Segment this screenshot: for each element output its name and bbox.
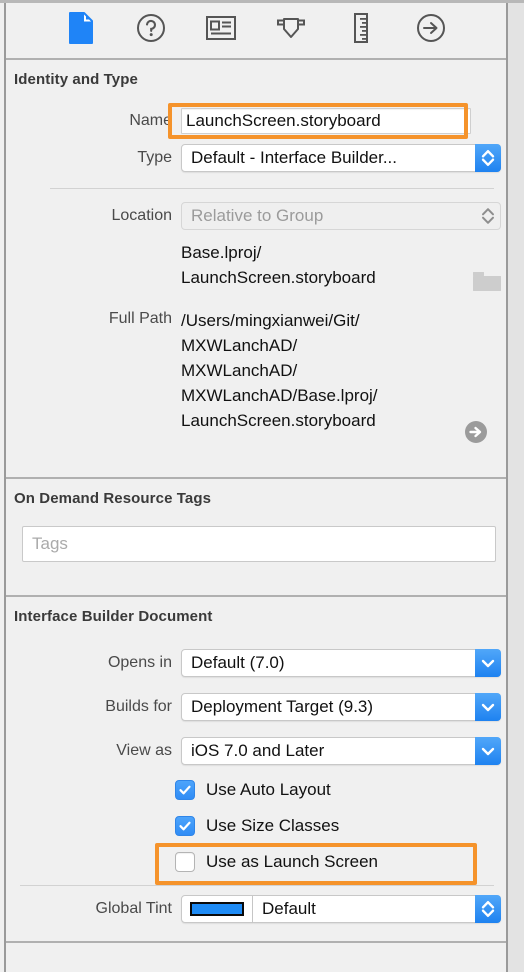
question-circle-icon (136, 13, 166, 48)
folder-icon[interactable] (472, 271, 501, 291)
type-row: Type Default - Interface Builder... (6, 144, 504, 172)
global-tint-stepper-icon[interactable] (475, 895, 501, 923)
name-input[interactable]: LaunchScreen.storyboard (181, 108, 471, 134)
view-as-label: View as (116, 742, 172, 759)
global-tint-row: Global Tint Default (6, 895, 504, 923)
global-tint-popup-button[interactable]: Default (253, 895, 501, 923)
relative-path-value: Base.lproj/ LaunchScreen.storyboard (181, 243, 376, 287)
quick-help-inspector-button[interactable] (134, 14, 168, 48)
opens-in-chevron-down-icon[interactable] (475, 649, 501, 677)
use-size-classes-checkbox[interactable] (175, 816, 195, 836)
builds-for-popup-value: Deployment Target (9.3) (191, 697, 374, 716)
global-tint-popup-value: Default (262, 899, 316, 918)
type-stepper-icon[interactable] (475, 144, 501, 172)
ibdoc-hairline-1 (20, 885, 494, 886)
tags-input[interactable]: Tags (22, 526, 496, 562)
location-popup-button[interactable]: Relative to Group (181, 202, 501, 230)
reveal-in-finder-button[interactable] (464, 420, 488, 449)
connections-inspector-button[interactable] (414, 14, 448, 48)
panel-scroll-gutter[interactable] (508, 3, 524, 972)
type-label: Type (137, 149, 172, 166)
use-as-launch-screen-checkbox[interactable] (175, 852, 195, 872)
use-auto-layout-row[interactable]: Use Auto Layout (175, 780, 331, 800)
ruler-icon (352, 13, 370, 48)
identity-inspector-button[interactable] (204, 14, 238, 48)
use-as-launch-screen-label: Use as Launch Screen (206, 852, 378, 871)
size-inspector-button[interactable] (344, 13, 378, 48)
checkmark-icon (179, 785, 191, 795)
location-row: Location Relative to Group (6, 202, 504, 230)
on-demand-resource-tags-section: On Demand Resource Tags Tags (6, 479, 506, 595)
on-demand-resource-tags-title: On Demand Resource Tags (14, 490, 212, 507)
interface-builder-document-section: Interface Builder Document Opens in Defa… (6, 597, 506, 941)
builds-for-popup-button[interactable]: Deployment Target (9.3) (181, 693, 501, 721)
view-as-popup-value: iOS 7.0 and Later (191, 741, 325, 760)
type-popup-button[interactable]: Default - Interface Builder... (181, 144, 501, 172)
view-as-row: View as iOS 7.0 and Later (6, 737, 504, 765)
identity-card-icon (206, 16, 236, 45)
checkmark-icon (179, 821, 191, 831)
view-as-popup-button[interactable]: iOS 7.0 and Later (181, 737, 501, 765)
builds-for-chevron-down-icon[interactable] (475, 693, 501, 721)
arrow-circle-right-icon (464, 421, 488, 448)
file-inspector-button[interactable] (64, 12, 98, 49)
identity-and-type-section: Identity and Type Name LaunchScreen.stor… (6, 60, 506, 477)
use-as-launch-screen-row[interactable]: Use as Launch Screen (175, 852, 378, 872)
attributes-inspector-button[interactable] (274, 14, 308, 48)
use-auto-layout-label: Use Auto Layout (206, 780, 331, 799)
inspector-toolbar (6, 3, 506, 58)
builds-for-row: Builds for Deployment Target (9.3) (6, 693, 504, 721)
opens-in-label: Opens in (107, 654, 172, 671)
document-icon (68, 12, 94, 49)
type-popup-value: Default - Interface Builder... (191, 148, 397, 167)
full-path-label: Full Path (108, 310, 172, 327)
name-label: Name (129, 112, 172, 129)
use-size-classes-label: Use Size Classes (206, 816, 340, 835)
arrow-circle-icon (416, 13, 446, 48)
location-stepper-icon[interactable] (475, 202, 501, 230)
builds-for-label: Builds for (105, 698, 172, 715)
full-path-value: /Users/mingxianwei/Git/ MXWLanchAD/ MXWL… (181, 311, 378, 430)
opens-in-popup-button[interactable]: Default (7.0) (181, 649, 501, 677)
identity-hairline-1 (50, 188, 494, 189)
location-popup-value: Relative to Group (191, 206, 324, 225)
view-as-chevron-down-icon[interactable] (475, 737, 501, 765)
location-label: Location (111, 207, 173, 224)
global-tint-color-well[interactable] (181, 895, 253, 923)
global-tint-swatch (190, 902, 244, 916)
attributes-shield-icon (276, 13, 306, 48)
section-divider-3 (6, 941, 506, 943)
interface-builder-document-title: Interface Builder Document (14, 608, 213, 625)
file-inspector-panel: Identity and Type Name LaunchScreen.stor… (0, 0, 524, 972)
global-tint-label: Global Tint (95, 900, 172, 917)
identity-and-type-title: Identity and Type (14, 71, 138, 88)
name-row: Name LaunchScreen.storyboard (6, 108, 504, 134)
use-auto-layout-checkbox[interactable] (175, 780, 195, 800)
opens-in-row: Opens in Default (7.0) (6, 649, 504, 677)
opens-in-popup-value: Default (7.0) (191, 653, 285, 672)
use-size-classes-row[interactable]: Use Size Classes (175, 816, 339, 836)
